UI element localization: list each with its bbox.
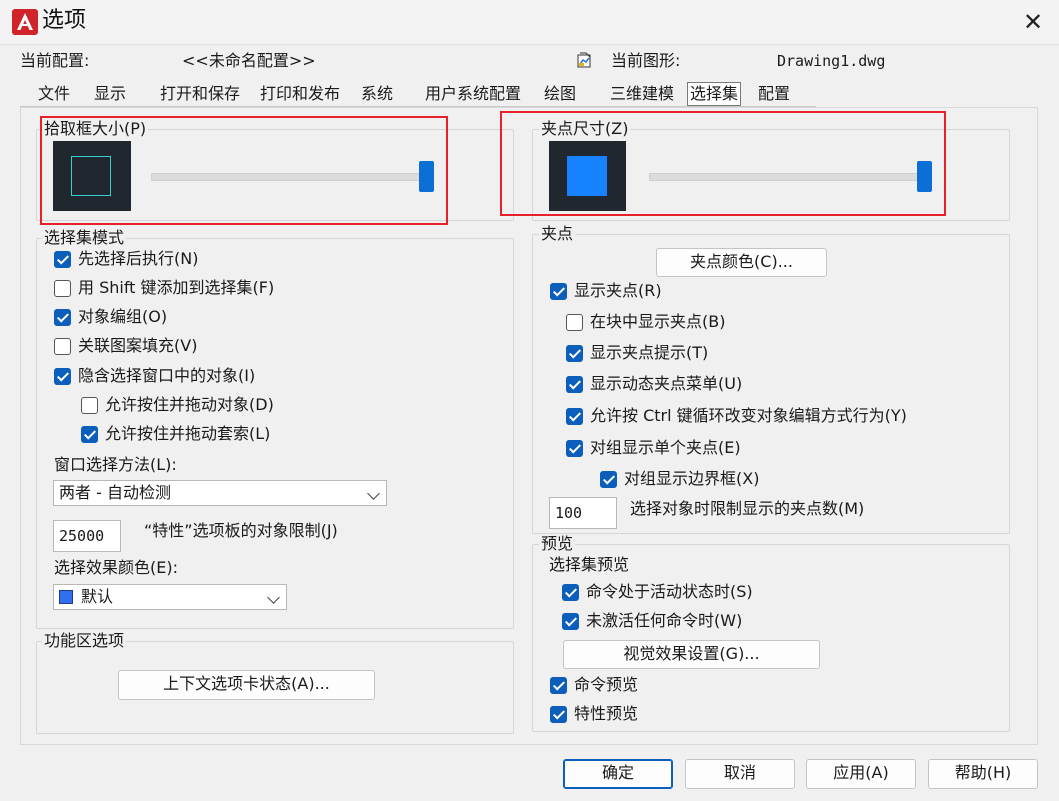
checkbox-grip-tips[interactable] — [566, 345, 583, 362]
current-drawing-label: 当前图形: — [611, 51, 681, 70]
checkbox-press-drag-object[interactable] — [81, 397, 98, 414]
label-ctrl-cycling: 允许按 Ctrl 键循环改变对象编辑方式行为(Y) — [590, 406, 907, 425]
close-button[interactable]: ✕ — [1018, 8, 1048, 36]
ribbon-options-label: 功能区选项 — [42, 631, 127, 651]
tab-3d-modeling[interactable]: 三维建模 — [608, 83, 676, 105]
tab-user-preferences[interactable]: 用户系统配置 — [423, 83, 523, 105]
current-profile-label: 当前配置: — [20, 51, 90, 70]
tab-display[interactable]: 显示 — [92, 83, 128, 105]
grip-limit-label: 选择对象时限制显示的夹点数(M) — [630, 499, 865, 518]
checkbox-command-active[interactable] — [562, 584, 579, 601]
label-noun-verb: 先选择后执行(N) — [78, 249, 199, 268]
label-show-grips: 显示夹点(R) — [574, 281, 662, 300]
autocad-logo-icon — [12, 9, 38, 35]
checkbox-single-grip-groups[interactable] — [566, 440, 583, 457]
checkbox-show-grips[interactable] — [550, 283, 567, 300]
tab-open-save[interactable]: 打开和保存 — [158, 83, 242, 105]
tab-profiles[interactable]: 配置 — [756, 83, 792, 105]
effect-color-label: 选择效果颜色(E): — [54, 558, 178, 577]
tab-system[interactable]: 系统 — [359, 83, 395, 105]
cancel-button[interactable]: 取消 — [685, 759, 795, 789]
current-profile-value: <<未命名配置>> — [182, 51, 316, 70]
checkbox-group-bounding-box[interactable] — [600, 471, 617, 488]
checkbox-command-preview[interactable] — [550, 677, 567, 694]
checkbox-ctrl-cycling[interactable] — [566, 408, 583, 425]
tab-selection[interactable]: 选择集 — [687, 82, 742, 106]
label-property-preview: 特性预览 — [574, 704, 639, 723]
title-bar — [0, 0, 1059, 45]
window-title: 选项 — [42, 8, 87, 33]
label-grips-in-blocks: 在块中显示夹点(B) — [590, 312, 726, 331]
object-limit-input[interactable]: 25000 — [53, 520, 121, 552]
effect-color-dropdown[interactable]: 默认 — [53, 584, 287, 610]
object-limit-label: “特性”选项板的对象限制(J) — [144, 521, 338, 540]
pickbox-highlight-box — [40, 116, 448, 225]
checkbox-grips-in-blocks[interactable] — [566, 314, 583, 331]
checkbox-dynamic-grip-menu[interactable] — [566, 376, 583, 393]
label-command-preview: 命令预览 — [574, 675, 639, 694]
chevron-down-icon — [267, 591, 280, 604]
window-method-value: 两者 - 自动检测 — [59, 483, 171, 502]
drawing-file-icon — [576, 51, 594, 69]
grips-label: 夹点 — [539, 224, 576, 244]
label-press-drag-lasso: 允许按住并拖动套索(L) — [105, 424, 271, 443]
checkbox-noun-verb[interactable] — [54, 251, 71, 268]
help-button[interactable]: 帮助(H) — [928, 759, 1038, 789]
close-icon: ✕ — [1022, 8, 1044, 36]
effect-color-value: 默认 — [81, 587, 114, 606]
ok-button[interactable]: 确定 — [563, 759, 673, 789]
label-implied-window: 隐含选择窗口中的对象(I) — [78, 366, 256, 385]
label-no-command: 未激活任何命令时(W) — [586, 611, 743, 630]
checkbox-implied-window[interactable] — [54, 368, 71, 385]
window-method-label: 窗口选择方法(L): — [54, 455, 177, 474]
label-dynamic-grip-menu: 显示动态夹点菜单(U) — [590, 374, 743, 393]
color-swatch-icon — [59, 590, 73, 604]
label-grip-tips: 显示夹点提示(T) — [590, 343, 709, 362]
grip-limit-input[interactable]: 100 — [549, 497, 617, 529]
visual-effect-settings-button[interactable]: 视觉效果设置(G)... — [563, 640, 820, 669]
window-method-dropdown[interactable]: 两者 - 自动检测 — [53, 480, 387, 506]
checkbox-associative-hatch[interactable] — [54, 338, 71, 355]
tab-drafting[interactable]: 绘图 — [542, 83, 578, 105]
contextual-tab-states-button[interactable]: 上下文选项卡状态(A)... — [118, 670, 375, 700]
checkbox-press-drag-lasso[interactable] — [81, 426, 98, 443]
label-object-grouping: 对象编组(O) — [78, 307, 168, 326]
label-press-drag-object: 允许按住并拖动对象(D) — [105, 395, 274, 414]
tab-files[interactable]: 文件 — [36, 83, 72, 105]
checkbox-shift-add[interactable] — [54, 280, 71, 297]
selection-modes-label: 选择集模式 — [42, 228, 127, 248]
checkbox-object-grouping[interactable] — [54, 309, 71, 326]
chevron-down-icon — [367, 487, 380, 500]
label-associative-hatch: 关联图案填充(V) — [78, 336, 198, 355]
label-group-bounding-box: 对组显示边界框(X) — [624, 469, 760, 488]
grip-size-highlight-box — [500, 111, 946, 216]
tab-plot-publish[interactable]: 打印和发布 — [258, 83, 342, 105]
checkbox-property-preview[interactable] — [550, 706, 567, 723]
current-drawing-value: Drawing1.dwg — [777, 52, 886, 70]
preview-label: 预览 — [539, 534, 576, 554]
apply-button[interactable]: 应用(A) — [806, 759, 916, 789]
selection-preview-label: 选择集预览 — [549, 555, 630, 574]
label-single-grip-groups: 对组显示单个夹点(E) — [590, 438, 741, 457]
checkbox-no-command[interactable] — [562, 613, 579, 630]
label-command-active: 命令处于活动状态时(S) — [586, 582, 753, 601]
grip-colors-button[interactable]: 夹点颜色(C)... — [656, 248, 827, 277]
label-shift-add: 用 Shift 键添加到选择集(F) — [78, 278, 275, 297]
